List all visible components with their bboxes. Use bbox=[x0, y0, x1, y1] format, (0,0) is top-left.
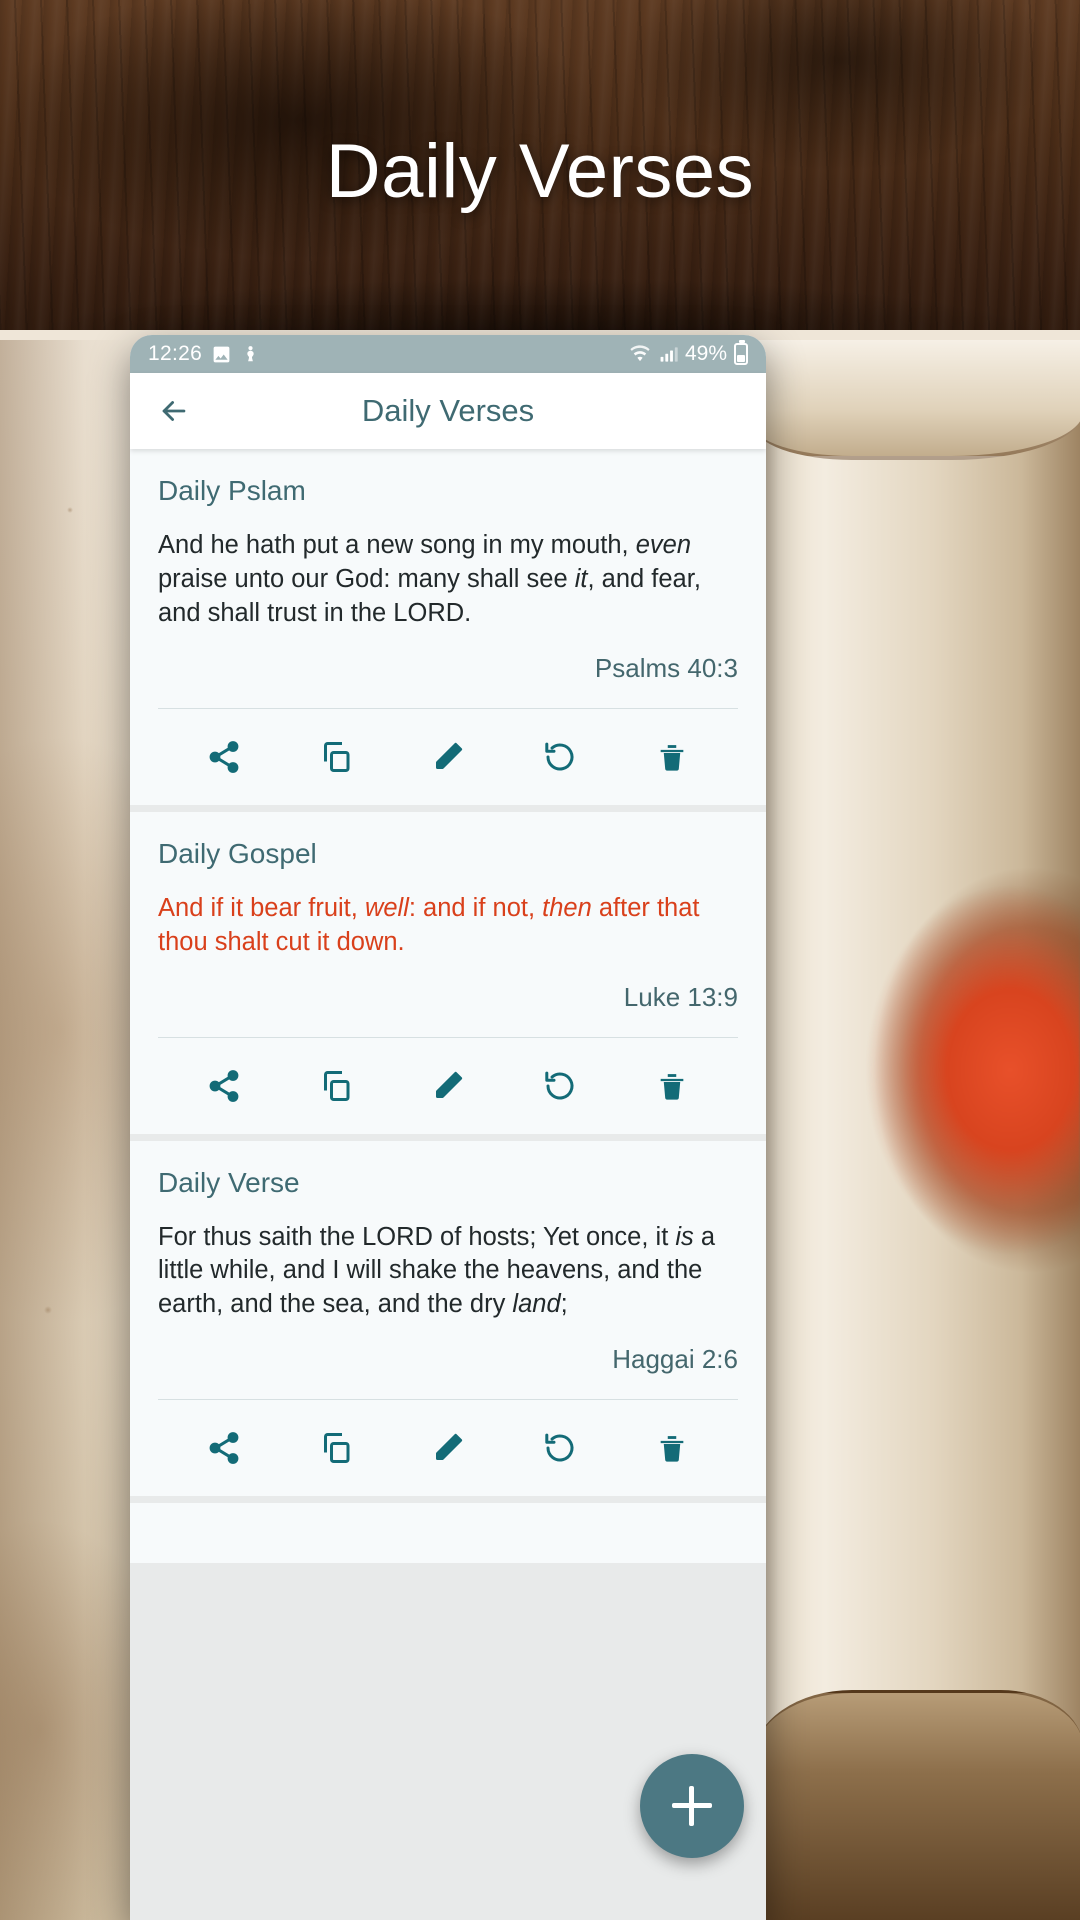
poster-title: Daily Verses bbox=[325, 129, 755, 214]
verse-text: And if it bear fruit, well: and if not, … bbox=[158, 893, 700, 956]
add-verse-fab[interactable] bbox=[640, 1754, 744, 1858]
app-bar: Daily Verses bbox=[130, 373, 766, 449]
scroll-curl-bottom bbox=[753, 1690, 1080, 1920]
status-bar: 12:26 49% bbox=[130, 335, 766, 373]
card-actions bbox=[158, 709, 738, 805]
verse-reference: Luke 13:9 bbox=[623, 981, 738, 1012]
refresh-icon[interactable] bbox=[528, 1416, 592, 1480]
card-title: Daily Gospel bbox=[158, 837, 317, 869]
status-bar-time: 12:26 bbox=[148, 342, 203, 365]
plus-icon bbox=[672, 1786, 712, 1826]
refresh-icon[interactable] bbox=[528, 1054, 592, 1118]
verse-reference: Psalms 40:3 bbox=[594, 652, 738, 683]
phone-screenshot: 12:26 49% Daily Verses Daily Pslam And h… bbox=[130, 335, 766, 1920]
verse-card[interactable] bbox=[130, 1503, 766, 1564]
verse-card[interactable]: Daily Verse For thus saith the LORD of h… bbox=[130, 1140, 766, 1497]
refresh-icon[interactable] bbox=[528, 725, 592, 789]
verse-card[interactable]: Daily Pslam And he hath put a new song i… bbox=[130, 449, 766, 805]
share-icon[interactable] bbox=[192, 1416, 256, 1480]
verse-reference: Haggai 2:6 bbox=[612, 1344, 738, 1375]
do-not-disturb-icon bbox=[241, 344, 260, 365]
back-arrow-icon[interactable] bbox=[152, 389, 196, 433]
battery-icon bbox=[734, 340, 748, 365]
share-icon[interactable] bbox=[192, 725, 256, 789]
promo-poster: Daily Verses 12:26 49% Daily Verses Dail… bbox=[0, 0, 1080, 1920]
verse-card[interactable]: Daily Gospel And if it bear fruit, well:… bbox=[130, 811, 766, 1134]
card-title: Daily Verse bbox=[158, 1166, 300, 1198]
edit-icon[interactable] bbox=[416, 1054, 480, 1118]
page-title: Daily Verses bbox=[361, 393, 535, 428]
card-actions bbox=[158, 1400, 738, 1496]
copy-icon[interactable] bbox=[304, 725, 368, 789]
image-icon bbox=[211, 344, 232, 365]
card-actions bbox=[158, 1038, 738, 1134]
scroll-curl-top bbox=[753, 340, 1080, 460]
delete-icon[interactable] bbox=[640, 1416, 704, 1480]
verse-list[interactable]: Daily Pslam And he hath put a new song i… bbox=[130, 449, 766, 1920]
battery-percent: 49% bbox=[684, 342, 727, 365]
scroll-burn-mark bbox=[780, 860, 1080, 1290]
wifi-icon bbox=[628, 344, 652, 365]
edit-icon[interactable] bbox=[416, 725, 480, 789]
verse-text: And he hath put a new song in my mouth, … bbox=[158, 531, 701, 627]
parchment-scroll-right bbox=[750, 340, 1080, 1920]
share-icon[interactable] bbox=[192, 1054, 256, 1118]
edit-icon[interactable] bbox=[416, 1416, 480, 1480]
delete-icon[interactable] bbox=[640, 1054, 704, 1118]
card-title: Daily Pslam bbox=[158, 475, 306, 506]
delete-icon[interactable] bbox=[640, 725, 704, 789]
verse-text: For thus saith the LORD of hosts; Yet on… bbox=[158, 1222, 716, 1319]
copy-icon[interactable] bbox=[304, 1416, 368, 1480]
signal-icon bbox=[659, 344, 678, 365]
parchment-left-edge bbox=[0, 340, 140, 1920]
copy-icon[interactable] bbox=[304, 1054, 368, 1118]
